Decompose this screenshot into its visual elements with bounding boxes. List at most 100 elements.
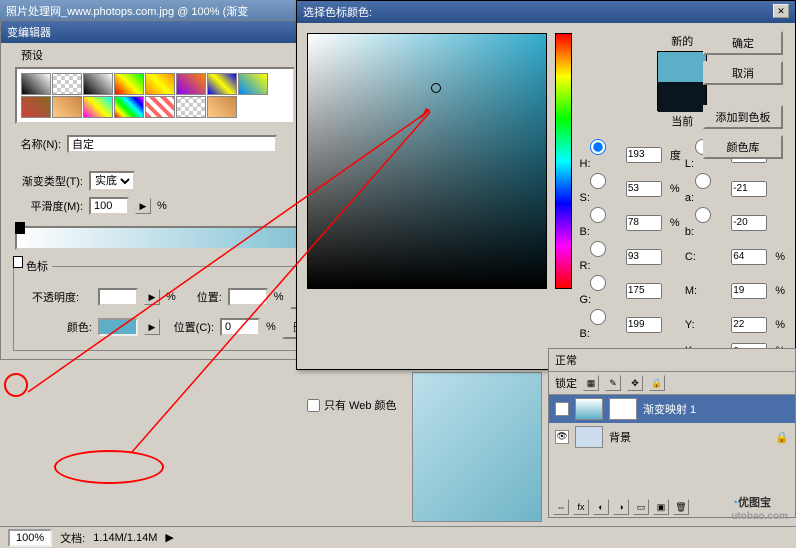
close-icon[interactable]: ✕ (773, 4, 789, 18)
new-layer-icon[interactable]: ▣ (653, 499, 669, 515)
color-libs-button[interactable]: 颜色库 (703, 135, 783, 159)
color-picker-title: 选择色标颜色: (303, 4, 372, 20)
bch-input[interactable] (626, 317, 662, 333)
lock-all-icon[interactable]: 🔒 (649, 375, 665, 391)
color-stop-start[interactable] (13, 256, 23, 268)
fx-icon[interactable]: fx (573, 499, 589, 515)
y-input[interactable] (731, 317, 767, 333)
color-label: 颜色: (32, 319, 92, 335)
bv-input[interactable] (626, 215, 662, 231)
ok-button[interactable]: 确定 (703, 31, 783, 55)
percent-label: % (166, 291, 176, 303)
layer-name: 渐变映射 1 (643, 401, 696, 417)
preset-swatch[interactable] (52, 73, 82, 95)
preset-swatch[interactable] (114, 73, 144, 95)
new-color-label: 新的 (671, 33, 693, 49)
opacity-label: 不透明度: (32, 289, 92, 305)
mask-thumb (609, 398, 637, 420)
add-swatch-button[interactable]: 添加到色板 (703, 105, 783, 129)
preset-swatch[interactable] (114, 96, 144, 118)
chevron-right-icon[interactable]: ▶ (135, 198, 151, 214)
lock-label: 锁定 (555, 375, 577, 391)
gradient-type-select[interactable]: 实底 (89, 171, 135, 191)
preset-swatch[interactable] (207, 73, 237, 95)
zoom-display[interactable]: 100% (8, 529, 52, 547)
hue-slider[interactable] (555, 33, 572, 289)
color-swatch-button[interactable] (98, 318, 138, 336)
a-input[interactable] (731, 181, 767, 197)
doc-size: 1.14M/1.14M (93, 532, 157, 544)
chevron-right-icon[interactable]: ▶ (165, 531, 173, 544)
adjustment-icon[interactable]: ◑ (613, 499, 629, 515)
m-input[interactable] (731, 283, 767, 299)
b-input[interactable] (731, 215, 767, 231)
chevron-right-icon[interactable]: ▶ (144, 319, 160, 335)
lock-icon: 🔒 (775, 431, 789, 444)
g-input[interactable] (626, 283, 662, 299)
h-input[interactable] (626, 147, 662, 163)
visibility-icon[interactable]: 👁 (555, 402, 569, 416)
name-label: 名称(N): (11, 136, 61, 152)
a-radio[interactable] (685, 173, 721, 189)
preset-swatch[interactable] (238, 73, 268, 95)
layer-row-gradient-map[interactable]: 👁 渐变映射 1 (549, 395, 795, 423)
preset-grid[interactable] (15, 67, 295, 124)
s-input[interactable] (626, 181, 662, 197)
position2-input[interactable] (220, 318, 260, 336)
lock-position-icon[interactable]: ✥ (627, 375, 643, 391)
preset-swatch[interactable] (145, 73, 175, 95)
lock-pixels-icon[interactable]: ✎ (605, 375, 621, 391)
type-label: 渐变类型(T): (11, 173, 83, 189)
opacity-stop[interactable] (15, 222, 25, 234)
preset-swatch[interactable] (207, 96, 237, 118)
status-bar: 100% 文档: 1.14M/1.14M ▶ (0, 526, 796, 548)
color-picker-dialog: 选择色标颜色: ✕ 新的 当前 H:度 L: S:% a: B:% (296, 0, 796, 370)
stops-legend: 色标 (22, 258, 52, 274)
cancel-button[interactable]: 取消 (703, 61, 783, 85)
web-only-checkbox[interactable] (307, 399, 320, 412)
preset-swatch[interactable] (21, 96, 51, 118)
annotation-circle (54, 450, 164, 484)
mask-icon[interactable]: ◐ (593, 499, 609, 515)
bch-radio[interactable] (580, 309, 616, 325)
c-input[interactable] (731, 249, 767, 265)
preset-swatch[interactable] (83, 96, 113, 118)
sv-cursor-icon (431, 83, 441, 93)
preset-swatch[interactable] (21, 73, 51, 95)
canvas-preview (412, 372, 542, 522)
bv-radio[interactable] (580, 207, 616, 223)
position-label: 位置: (182, 289, 222, 305)
color-values-grid: H:度 L: S:% a: B:% b: R: C:% G: M:% B: Y:… (580, 139, 785, 359)
b-radio[interactable] (685, 207, 721, 223)
preset-swatch[interactable] (83, 73, 113, 95)
position-input (228, 288, 268, 306)
layer-row-background[interactable]: 👁 背景 🔒 (549, 423, 795, 451)
trash-icon[interactable]: 🗑 (673, 499, 689, 515)
percent-label: % (266, 321, 276, 333)
current-color-label: 当前 (671, 113, 693, 129)
layer-thumb (575, 426, 603, 448)
folder-icon[interactable]: ▭ (633, 499, 649, 515)
h-radio[interactable] (580, 139, 616, 155)
percent-label: % (274, 291, 284, 303)
g-radio[interactable] (580, 275, 616, 291)
lock-transparent-icon[interactable]: ▦ (583, 375, 599, 391)
smooth-input[interactable] (89, 197, 129, 215)
percent-label: % (157, 200, 167, 212)
r-input[interactable] (626, 249, 662, 265)
watermark-logo: ◔优图宝 utobao.com (731, 490, 788, 522)
gradient-name-input[interactable] (67, 135, 277, 153)
layer-thumb (575, 398, 603, 420)
preset-swatch[interactable] (176, 73, 206, 95)
preset-swatch[interactable] (145, 96, 175, 118)
s-radio[interactable] (580, 173, 616, 189)
web-only-label: 只有 Web 颜色 (324, 397, 397, 413)
preset-swatch[interactable] (176, 96, 206, 118)
visibility-icon[interactable]: 👁 (555, 430, 569, 444)
new-current-swatch (657, 51, 707, 111)
preset-swatch[interactable] (52, 96, 82, 118)
link-icon[interactable]: ⇔ (553, 499, 569, 515)
saturation-value-field[interactable] (307, 33, 547, 289)
r-radio[interactable] (580, 241, 616, 257)
layer-name: 背景 (609, 429, 631, 445)
